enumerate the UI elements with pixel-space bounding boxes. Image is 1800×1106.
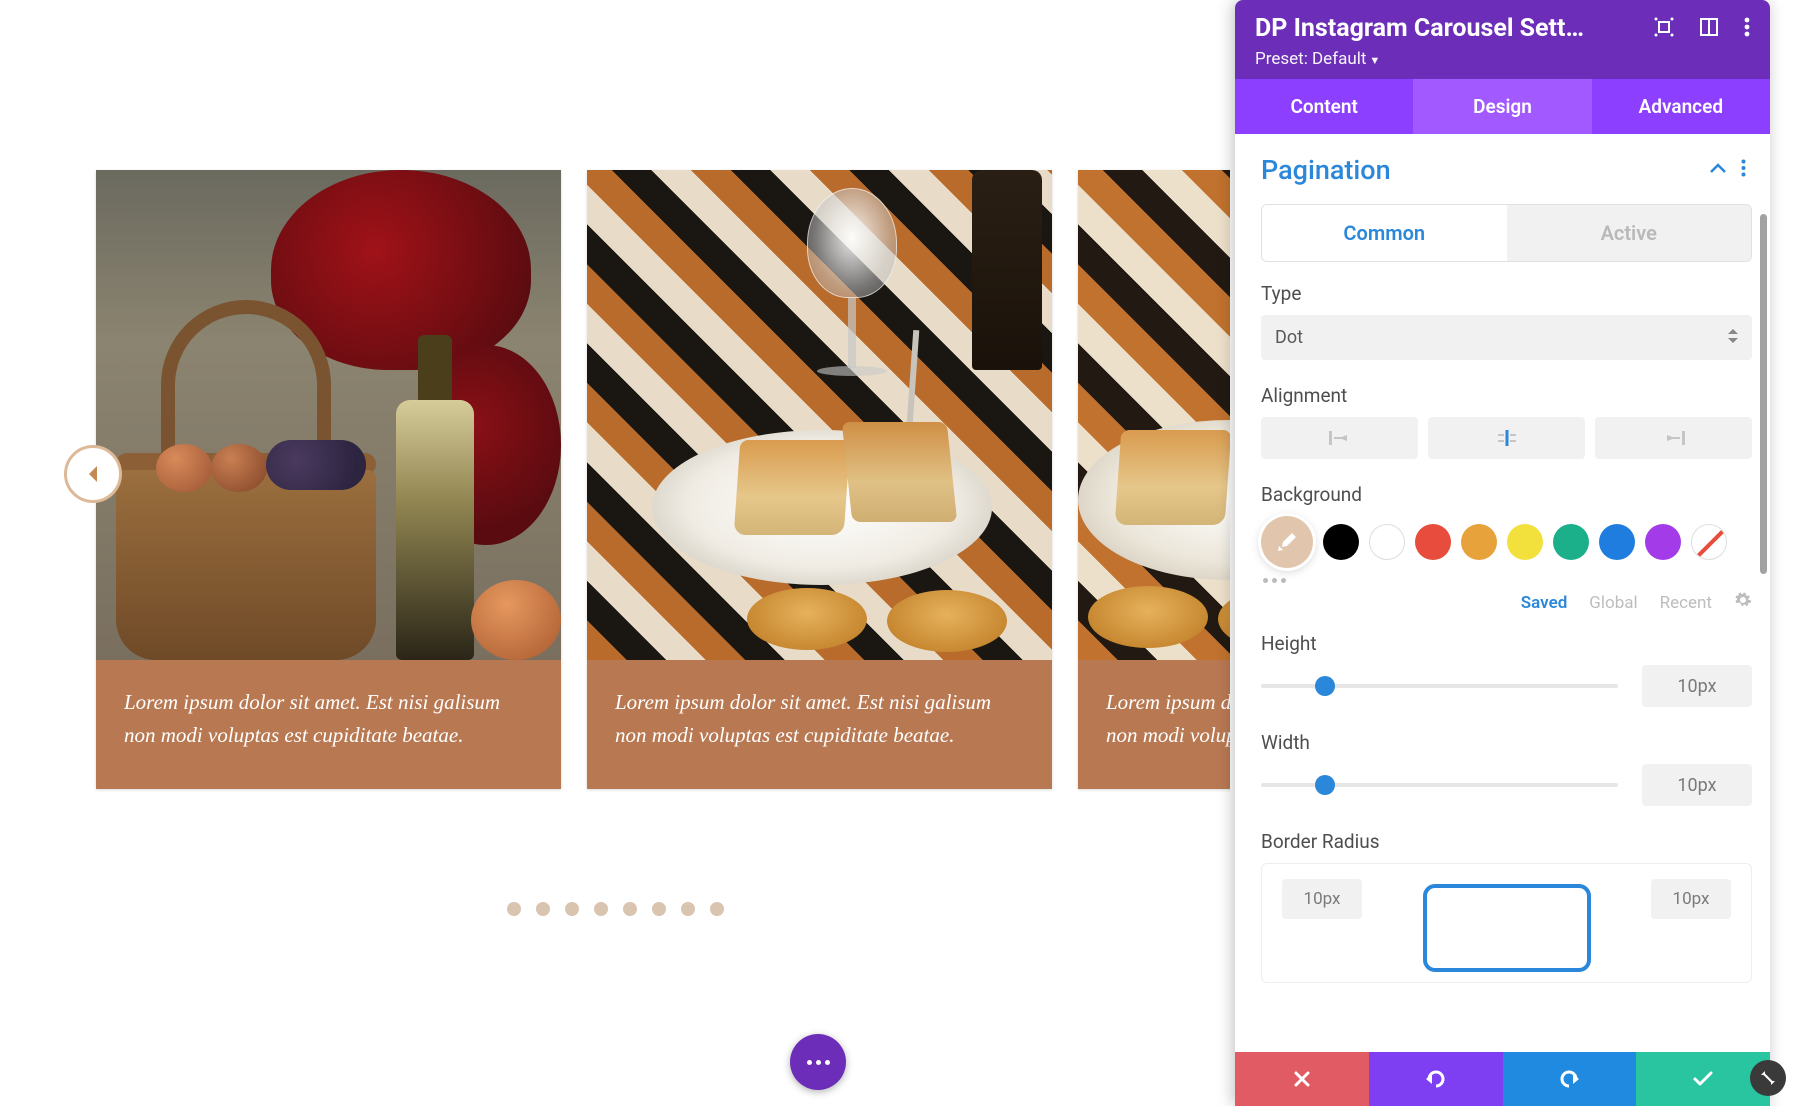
gear-icon[interactable] — [1734, 591, 1752, 614]
color-tab-recent[interactable]: Recent — [1660, 593, 1712, 613]
pagination-dot[interactable] — [681, 902, 695, 916]
color-swatch[interactable] — [1599, 524, 1635, 560]
width-value[interactable]: 10px — [1642, 764, 1752, 806]
color-swatch[interactable] — [1323, 524, 1359, 560]
carousel-card[interactable]: Lorem ipsum dolor sit amet. Est nisi gal… — [1078, 170, 1230, 789]
section-title-pagination[interactable]: Pagination — [1261, 154, 1391, 186]
color-swatch[interactable] — [1369, 524, 1405, 560]
pagination-dot[interactable] — [565, 902, 579, 916]
pagination-dots — [0, 902, 1230, 916]
preset-selector[interactable]: Preset: Default▼ — [1255, 49, 1750, 69]
color-swatch-none[interactable] — [1691, 524, 1727, 560]
tab-design[interactable]: Design — [1413, 79, 1591, 134]
chevron-left-icon — [85, 464, 101, 484]
cancel-button[interactable] — [1235, 1052, 1369, 1106]
pagination-dot[interactable] — [652, 902, 666, 916]
color-swatch[interactable] — [1553, 524, 1589, 560]
kebab-menu-icon[interactable] — [1744, 17, 1750, 41]
border-radius-control: 10px 10px — [1261, 863, 1752, 983]
pagination-dot[interactable] — [623, 902, 637, 916]
carousel-caption: Lorem ipsum dolor sit amet. Est nisi gal… — [587, 660, 1052, 789]
subtab-common[interactable]: Common — [1262, 205, 1507, 261]
pagination-dot[interactable] — [507, 902, 521, 916]
border-radius-label: Border Radius — [1261, 830, 1752, 853]
border-radius-tl[interactable]: 10px — [1282, 879, 1362, 919]
resize-handle[interactable] — [1750, 1060, 1786, 1096]
layout-icon[interactable] — [1700, 18, 1718, 40]
color-picker-button[interactable] — [1261, 516, 1313, 568]
height-slider[interactable] — [1261, 676, 1618, 696]
color-swatch[interactable] — [1461, 524, 1497, 560]
carousel-caption: Lorem ipsum dolor sit amet. Est nisi gal… — [1078, 660, 1230, 789]
type-label: Type — [1261, 282, 1752, 305]
border-radius-tr[interactable]: 10px — [1651, 879, 1731, 919]
height-value[interactable]: 10px — [1642, 665, 1752, 707]
more-colors-icon[interactable] — [1263, 578, 1752, 583]
carousel-prev-button[interactable] — [64, 445, 122, 503]
align-right-button[interactable] — [1595, 417, 1752, 459]
width-label: Width — [1261, 731, 1752, 754]
carousel-image — [1078, 170, 1230, 660]
subtab-active[interactable]: Active — [1507, 205, 1752, 261]
color-swatch[interactable] — [1507, 524, 1543, 560]
carousel-image — [587, 170, 1052, 660]
type-select[interactable]: Dot — [1261, 315, 1752, 360]
carousel-card[interactable]: Lorem ipsum dolor sit amet. Est nisi gal… — [96, 170, 561, 789]
background-label: Background — [1261, 483, 1752, 506]
tab-content[interactable]: Content — [1235, 79, 1413, 134]
kebab-menu-icon[interactable] — [1741, 159, 1746, 182]
collapse-icon[interactable] — [1709, 159, 1727, 182]
undo-button[interactable] — [1369, 1052, 1503, 1106]
builder-fab-button[interactable] — [790, 1034, 846, 1090]
pagination-dot[interactable] — [594, 902, 608, 916]
height-label: Height — [1261, 632, 1752, 655]
width-slider[interactable] — [1261, 775, 1618, 795]
carousel-image — [96, 170, 561, 660]
border-radius-preview — [1423, 884, 1591, 972]
pagination-dot[interactable] — [710, 902, 724, 916]
panel-title: DP Instagram Carousel Sett... — [1255, 14, 1585, 43]
color-swatch[interactable] — [1645, 524, 1681, 560]
redo-button[interactable] — [1503, 1052, 1637, 1106]
carousel-caption: Lorem ipsum dolor sit amet. Est nisi gal… — [96, 660, 561, 789]
color-tab-saved[interactable]: Saved — [1521, 593, 1568, 613]
align-left-button[interactable] — [1261, 417, 1418, 459]
expand-icon[interactable] — [1654, 17, 1674, 41]
pagination-dot[interactable] — [536, 902, 550, 916]
carousel-card[interactable]: Lorem ipsum dolor sit amet. Est nisi gal… — [587, 170, 1052, 789]
alignment-label: Alignment — [1261, 384, 1752, 407]
color-swatch[interactable] — [1415, 524, 1451, 560]
tab-advanced[interactable]: Advanced — [1592, 79, 1770, 134]
align-center-button[interactable] — [1428, 417, 1585, 459]
color-tab-global[interactable]: Global — [1589, 593, 1637, 613]
scrollbar[interactable] — [1760, 214, 1767, 574]
settings-panel: DP Instagram Carousel Sett... Preset: De… — [1235, 0, 1770, 1106]
